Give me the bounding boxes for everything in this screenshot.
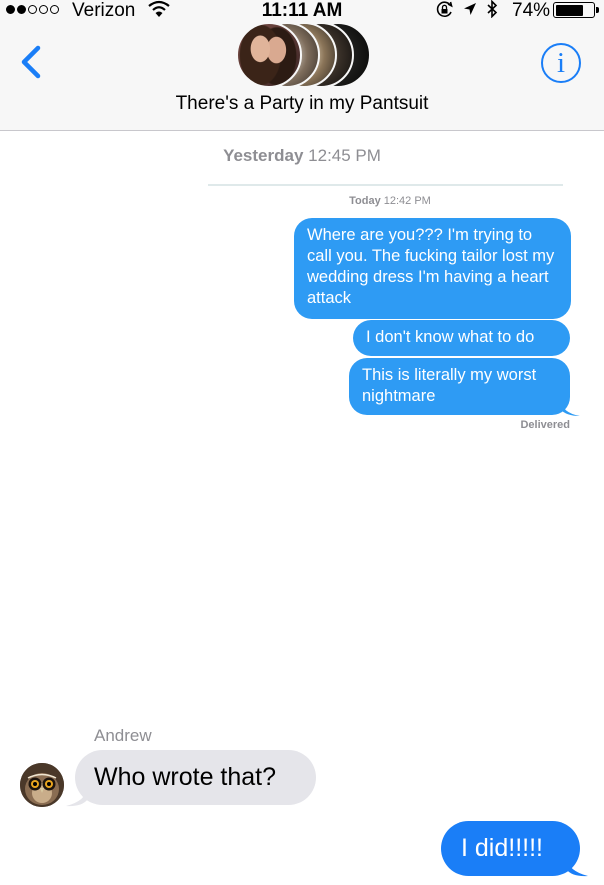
group-avatars[interactable] bbox=[236, 22, 371, 88]
rotation-lock-icon bbox=[436, 1, 453, 17]
location-arrow-icon bbox=[464, 3, 476, 15]
received-message-bubble[interactable]: Who wrote that? bbox=[75, 750, 316, 805]
participant-avatar bbox=[236, 22, 302, 88]
timestamp-day: Yesterday bbox=[223, 146, 304, 165]
battery-percent: 74% bbox=[512, 0, 551, 21]
battery-tip bbox=[596, 7, 599, 13]
bluetooth-icon bbox=[487, 0, 498, 18]
battery-fill bbox=[555, 4, 583, 16]
sent-message-bubble[interactable]: I did!!!!! bbox=[441, 821, 580, 876]
embedded-timestamp-day: Today bbox=[349, 195, 381, 207]
embedded-message-bubble: I don't know what to do bbox=[353, 320, 570, 356]
back-chevron-icon[interactable] bbox=[16, 42, 46, 82]
delivery-status: Delivered bbox=[520, 419, 570, 431]
conversation-header: There's a Party in my Pantsuit i bbox=[0, 22, 604, 131]
timestamp-time: 12:45 PM bbox=[308, 146, 381, 165]
group-title[interactable]: There's a Party in my Pantsuit bbox=[0, 93, 604, 115]
bubble-tail bbox=[560, 399, 580, 416]
battery-icon bbox=[553, 2, 595, 18]
status-bar: Verizon 11:11 AM 74% bbox=[0, 0, 604, 22]
info-button[interactable]: i bbox=[541, 43, 581, 83]
sender-avatar[interactable] bbox=[20, 763, 64, 807]
timestamp-divider: Yesterday 12:45 PM bbox=[0, 146, 604, 166]
embedded-message-bubble: Where are you??? I'm trying to call you.… bbox=[294, 218, 571, 319]
owl-avatar-image bbox=[20, 763, 64, 807]
sender-name: Andrew bbox=[94, 726, 152, 745]
embedded-timestamp-time: 12:42 PM bbox=[383, 195, 431, 207]
embedded-message-bubble: This is literally my worst nightmare bbox=[349, 358, 570, 415]
embedded-timestamp: Today 12:42 PM bbox=[270, 195, 510, 207]
embedded-screenshot-divider bbox=[208, 184, 563, 186]
